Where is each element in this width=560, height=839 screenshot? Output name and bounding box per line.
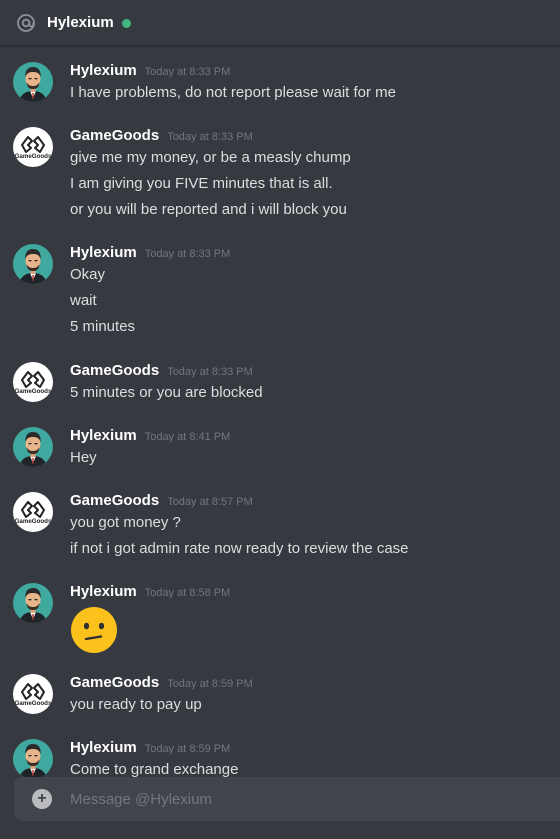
message-header: Hylexium Today at 8:33 PM (70, 244, 230, 261)
message-text: give me my money, or be a measly chump (70, 149, 351, 166)
hylexium-avatar[interactable] (13, 62, 53, 102)
message-header: Hylexium Today at 8:58 PM (70, 583, 230, 600)
svg-text:GameGoods: GameGoods (15, 153, 52, 160)
gamegoods-avatar[interactable]: GameGoods (13, 492, 53, 532)
username[interactable]: GameGoods (70, 674, 159, 691)
gamegoods-avatar[interactable]: GameGoods (13, 127, 53, 167)
message-text: Okay (70, 266, 106, 283)
username[interactable]: Hylexium (70, 583, 137, 600)
message-text: I am giving you FIVE minutes that is all… (70, 175, 333, 192)
username[interactable]: Hylexium (70, 62, 137, 79)
gamegoods-avatar[interactable]: GameGoods (13, 674, 53, 714)
plus-circle-icon[interactable]: + (32, 789, 52, 809)
message-header: Hylexium Today at 8:41 PM (70, 427, 230, 444)
message-text: 5 minutes (70, 318, 136, 335)
username[interactable]: GameGoods (70, 492, 159, 509)
username[interactable]: Hylexium (70, 244, 137, 261)
timestamp: Today at 8:59 PM (167, 678, 253, 690)
channel-header: Hylexium (0, 0, 560, 46)
message-text: 5 minutes or you are blocked (70, 384, 263, 401)
message-input[interactable] (70, 777, 560, 821)
timestamp: Today at 8:33 PM (167, 366, 253, 378)
at-icon (15, 12, 37, 34)
message-composer: + (14, 777, 560, 821)
svg-text:GameGoods: GameGoods (15, 518, 52, 525)
timestamp: Today at 8:33 PM (144, 248, 231, 260)
username[interactable]: Hylexium (70, 739, 137, 756)
message-header: GameGoods Today at 8:33 PM (70, 362, 253, 379)
message-header: GameGoods Today at 8:57 PM (70, 492, 253, 509)
confused-face-emoji (70, 606, 118, 654)
hylexium-avatar[interactable] (13, 427, 53, 467)
timestamp: Today at 8:59 PM (144, 743, 231, 755)
message-text: you ready to pay up (70, 696, 202, 713)
bottom-spacer (0, 821, 560, 839)
message-list[interactable]: Hylexium Today at 8:33 PM I have problems,… (0, 46, 560, 777)
hylexium-avatar[interactable] (13, 583, 53, 623)
timestamp: Today at 8:58 PM (144, 587, 231, 599)
username[interactable]: GameGoods (70, 362, 159, 379)
timestamp: Today at 8:33 PM (167, 131, 253, 143)
message-text: if not i got admin rate now ready to rev… (70, 540, 409, 557)
username[interactable]: Hylexium (70, 427, 137, 444)
timestamp: Today at 8:57 PM (167, 496, 253, 508)
online-status-icon (121, 18, 131, 28)
gamegoods-avatar[interactable]: GameGoods (13, 362, 53, 402)
message-header: Hylexium Today at 8:59 PM (70, 739, 230, 756)
timestamp: Today at 8:41 PM (144, 431, 231, 443)
username[interactable]: GameGoods (70, 127, 159, 144)
message-text: Come to grand exchange (70, 761, 239, 777)
timestamp: Today at 8:33 PM (144, 66, 231, 78)
svg-text:GameGoods: GameGoods (15, 700, 52, 707)
message-header: GameGoods Today at 8:33 PM (70, 127, 253, 144)
message-text: wait (70, 292, 97, 309)
hylexium-avatar[interactable] (13, 244, 53, 284)
message-header: Hylexium Today at 8:33 PM (70, 62, 230, 79)
channel-title[interactable]: Hylexium (47, 14, 114, 31)
message-text: I have problems, do not report please wa… (70, 84, 397, 101)
message-header: GameGoods Today at 8:59 PM (70, 674, 253, 691)
message-text: Hey (70, 449, 97, 466)
svg-text:GameGoods: GameGoods (15, 388, 52, 395)
message-text: or you will be reported and i will block… (70, 201, 347, 218)
hylexium-avatar[interactable] (13, 739, 53, 777)
message-text: you got money ? (70, 514, 181, 531)
